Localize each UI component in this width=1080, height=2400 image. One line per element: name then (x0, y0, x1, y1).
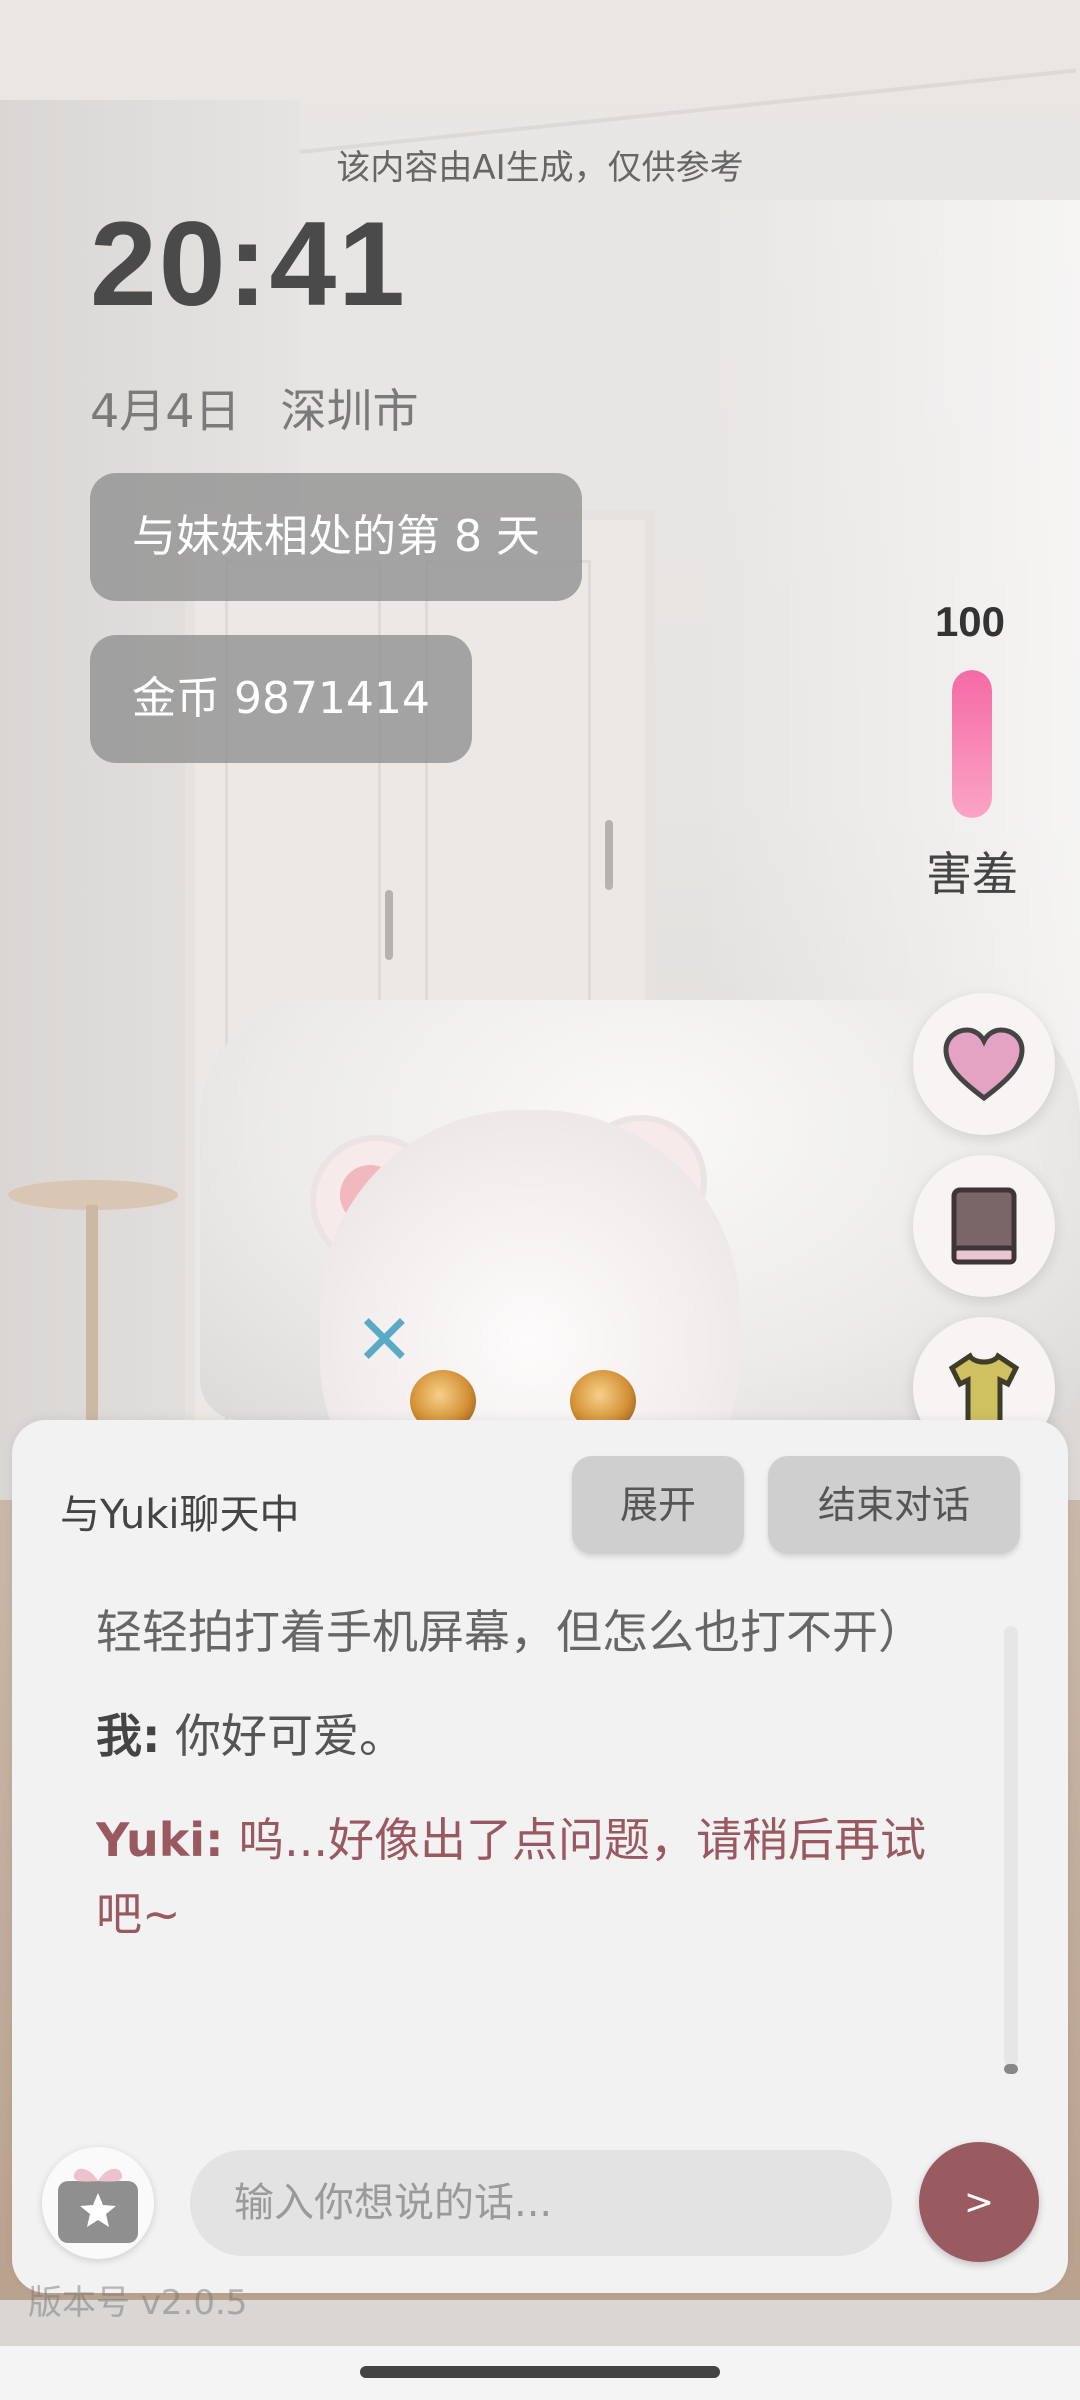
scrollbar-thumb[interactable] (1004, 2064, 1018, 2074)
chat-panel: 与Yuki聊天中 展开 结束对话 轻轻拍打着手机屏幕，但怎么也打不开） 我: 你… (12, 1420, 1068, 2293)
version-label: 版本号 v2.0.5 (28, 2283, 248, 2323)
chat-title: 与Yuki聊天中 (60, 1492, 300, 1538)
message-yuki: Yuki: 呜...好像出了点问题，请稍后再试吧~ (96, 1803, 956, 1951)
speaker-me: 我: (96, 1709, 161, 1763)
coin-balance-badge: 金币 9871414 (90, 635, 472, 763)
message-input[interactable] (190, 2150, 892, 2256)
mood-bar (952, 670, 992, 818)
mood-label: 害羞 (926, 847, 1018, 901)
message-me: 我: 你好可爱。 (96, 1699, 956, 1773)
book-icon (951, 1187, 1017, 1265)
home-indicator[interactable] (360, 2366, 720, 2378)
send-button[interactable]: > (919, 2142, 1039, 2262)
ai-notice: 该内容由AI生成，仅供参考 (336, 148, 744, 188)
door-handle (385, 890, 393, 960)
message-partial: 轻轻拍打着手机屏幕，但怎么也打不开） (96, 1605, 924, 1659)
mood-value: 100 (934, 598, 1006, 645)
door-handle (605, 820, 613, 890)
date-location: 4月4日 深圳市 (90, 375, 419, 441)
hairclip-icon: ✕ (355, 1299, 414, 1381)
gift-icon (58, 2168, 138, 2243)
speaker-yuki: Yuki: (96, 1813, 224, 1867)
end-conversation-button[interactable]: 结束对话 (768, 1456, 1020, 1554)
heart-button[interactable] (913, 993, 1055, 1135)
heart-icon (943, 1027, 1025, 1102)
city-text: 深圳市 (280, 384, 419, 438)
message-list[interactable]: 轻轻拍打着手机屏幕，但怎么也打不开） 我: 你好可爱。 Yuki: 呜...好像… (96, 1605, 956, 1965)
mood-bar-fill (952, 670, 992, 818)
shirt-icon (948, 1352, 1020, 1427)
gift-button[interactable] (42, 2147, 154, 2259)
expand-button[interactable]: 展开 (572, 1456, 744, 1554)
clock: 20:41 (90, 197, 407, 331)
scrollbar-track[interactable] (1004, 1626, 1018, 2066)
date-text: 4月4日 (90, 384, 241, 438)
book-button[interactable] (913, 1155, 1055, 1297)
days-together-badge: 与妹妹相处的第 8 天 (90, 473, 582, 601)
message-text: 你好可爱。 (160, 1709, 406, 1763)
